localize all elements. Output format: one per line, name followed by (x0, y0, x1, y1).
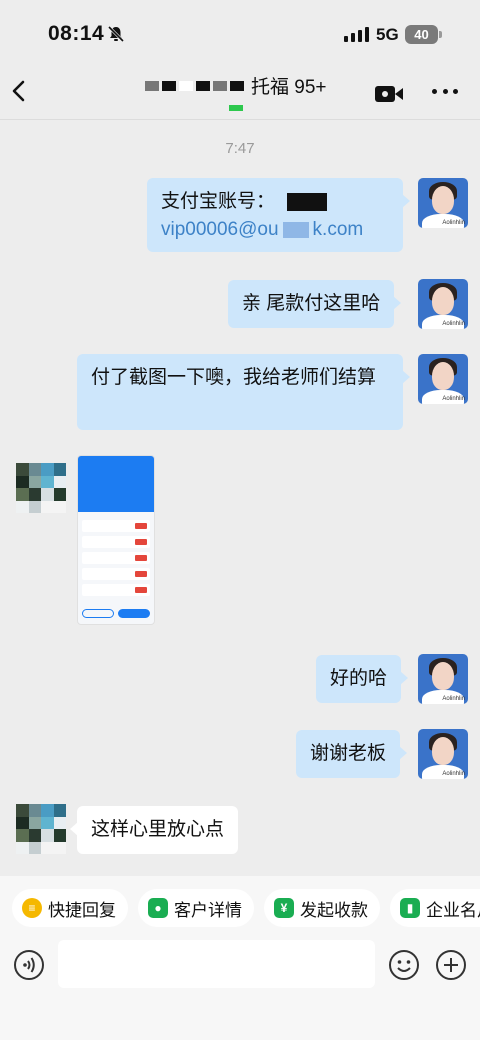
avatar-self[interactable]: Aolinhlin (418, 729, 468, 779)
back-arrow-icon[interactable] (8, 76, 30, 106)
chat-title-wrap[interactable]: 托福 95+ (145, 72, 327, 99)
avatar-self[interactable]: Aolinhlin (418, 178, 468, 228)
avatar-other[interactable] (16, 463, 66, 513)
message-text: 好的哈 (330, 668, 388, 689)
avatar-other[interactable] (16, 804, 66, 854)
message-bubble-self[interactable]: 支付宝账号： vip00006@ou k.com (147, 178, 410, 252)
chat-bubble-icon: ≡ (22, 898, 42, 918)
signal-icon (344, 27, 369, 42)
plus-icon[interactable] (435, 949, 467, 981)
pixelated-name (162, 80, 176, 91)
message-bubble-self[interactable]: 谢谢老板 (296, 730, 408, 778)
battery-tip (439, 31, 442, 38)
customer-details-button[interactable]: ● 客户详情 (138, 889, 254, 927)
chat-title: 托福 95+ (251, 77, 327, 98)
video-call-icon[interactable] (374, 84, 404, 104)
request-payment-button[interactable]: ¥ 发起收款 (264, 889, 380, 927)
business-card-button[interactable]: ▮ 企业名片 (390, 889, 480, 927)
email-link[interactable]: vip00006@ou k.com (161, 216, 389, 244)
network-type: 5G (376, 25, 399, 44)
emoji-icon[interactable] (388, 949, 420, 981)
input-bar (0, 940, 480, 1040)
redaction (282, 221, 309, 238)
message-text: 付了截图一下噢，我给老师们结算 (91, 367, 377, 388)
person-icon: ● (148, 898, 168, 918)
status-time: 08:14 (48, 22, 105, 45)
avatar-self[interactable]: Aolinhlin (418, 279, 468, 329)
more-options-icon[interactable] (432, 86, 458, 96)
message-bubble-self[interactable]: 付了截图一下噢，我给老师们结算 (77, 354, 410, 430)
message-text: 这样心里放心点 (91, 819, 225, 840)
avatar-self[interactable]: Aolinhlin (418, 354, 468, 404)
message-text: 亲 尾款付这里哈 (242, 293, 381, 314)
quick-action-bar: ≡ 快捷回复 ● 客户详情 ¥ 发起收款 ▮ 企业名片 (0, 876, 480, 940)
image-header (78, 456, 154, 512)
message-bubble-self[interactable]: 亲 尾款付这里哈 (228, 280, 402, 328)
chat-header: 托福 95+ (0, 60, 480, 120)
battery-icon: 40 (405, 25, 438, 44)
pixelated-name (196, 80, 210, 91)
message-bubble-self[interactable]: 好的哈 (316, 655, 409, 703)
bell-off-icon (107, 25, 125, 43)
wechat-badge (229, 105, 243, 111)
voice-icon[interactable] (13, 949, 45, 981)
quick-reply-button[interactable]: ≡ 快捷回复 (12, 889, 128, 927)
pixelated-name (213, 80, 227, 91)
chat-timestamp: 7:47 (225, 140, 255, 157)
message-bubble-other[interactable]: 这样心里放心点 (69, 806, 239, 854)
yen-shield-icon: ¥ (274, 898, 294, 918)
image-message[interactable] (77, 455, 155, 625)
message-text: 谢谢老板 (310, 743, 387, 764)
pixelated-name (179, 80, 193, 91)
redaction (287, 192, 328, 211)
message-input[interactable] (58, 940, 375, 988)
message-text: 支付宝账号： (161, 188, 389, 216)
avatar-self[interactable]: Aolinhlin (418, 654, 468, 704)
pixelated-name (230, 80, 244, 91)
pixelated-name (145, 80, 159, 91)
card-icon: ▮ (400, 898, 420, 918)
